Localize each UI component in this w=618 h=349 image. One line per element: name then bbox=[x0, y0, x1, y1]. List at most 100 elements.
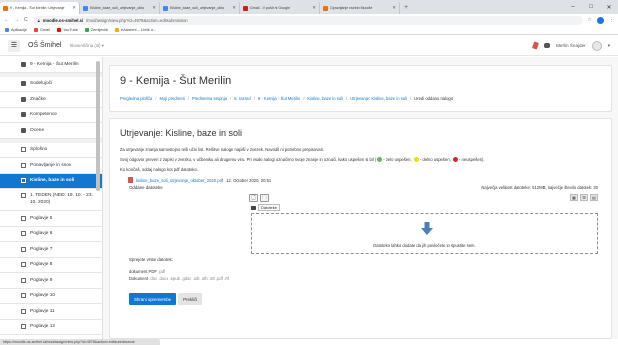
file-drop-zone[interactable]: Datoteko lahko dodate da jih povlečete i… bbox=[251, 213, 598, 254]
sidebar-item[interactable]: Kisline, baze in soli bbox=[0, 173, 102, 189]
sidebar-item[interactable]: Značke bbox=[0, 92, 102, 108]
view-icons-button[interactable]: ▦ bbox=[570, 194, 578, 201]
maximize-button[interactable]: □ bbox=[582, 4, 600, 10]
kebab-menu-icon[interactable]: ⋮ bbox=[609, 17, 614, 23]
sidebar-item-label: Sodelujoči bbox=[30, 81, 53, 87]
sidebar-item[interactable]: Poglavje 11 bbox=[0, 304, 102, 320]
breadcrumb-separator: / bbox=[303, 96, 305, 101]
close-tab-icon[interactable]: ✕ bbox=[72, 5, 76, 11]
menu-icon[interactable]: ☰ bbox=[8, 39, 20, 52]
breadcrumb: Pregledna plošča / Moji predmeti / Predmetna… bbox=[120, 96, 601, 101]
sidebar-item[interactable]: Kompetence bbox=[0, 107, 102, 123]
accepted-types-title: Sprejete vrste datotek: bbox=[129, 257, 173, 262]
close-tab-icon[interactable]: ✕ bbox=[312, 5, 316, 11]
breadcrumb-separator: / bbox=[410, 96, 412, 101]
bookmark-easistent[interactable]: eAsistent – Urnik u... bbox=[114, 28, 156, 32]
bookmarks-bar: Aplikacije Gmail YouTube Zemljevidi eAsi… bbox=[0, 26, 618, 35]
notification-icon[interactable] bbox=[532, 41, 540, 50]
download-arrow-icon bbox=[421, 222, 433, 235]
breadcrumb-item[interactable]: Moji predmeti bbox=[160, 96, 185, 101]
folder-icon bbox=[21, 262, 26, 268]
address-bar[interactable]: 🔒︎ moodle.os-smihel.si/mod/assign/view.p… bbox=[32, 15, 583, 25]
browser-tab[interactable]: Gmail - V pošti ni Google ✕ bbox=[240, 2, 320, 14]
site-name[interactable]: OŠ Šmihel bbox=[28, 42, 61, 49]
close-window-button[interactable]: ✕ bbox=[600, 4, 618, 11]
folder-icon bbox=[21, 215, 26, 221]
breadcrumb-item[interactable]: Pregledna plošča bbox=[120, 96, 152, 101]
close-tab-icon[interactable]: ✕ bbox=[152, 5, 156, 11]
sidebar-item[interactable]: Ocene bbox=[0, 123, 102, 139]
star-icon[interactable]: ☆ bbox=[588, 17, 592, 23]
course-sidebar: 9 - Kemija - Šut Merilin Sodelujoči Značke… bbox=[0, 57, 103, 339]
bookmark-maps[interactable]: Zemljevidi bbox=[84, 28, 108, 32]
breadcrumb-item[interactable]: Predmetna stopnja bbox=[192, 96, 227, 101]
sidebar-item[interactable]: 1. TEDEN (NEĐ: 19. 10. - 23. 10. 2020) bbox=[0, 189, 102, 211]
type-pdf: dokument PDF .pdf bbox=[129, 269, 166, 274]
browser-status-url: https://moodle.os-smihel.si/mod/assign/v… bbox=[0, 339, 160, 345]
chevron-down-icon[interactable]: ▾ bbox=[608, 43, 610, 49]
sidebar-item[interactable]: Poglavje 8 bbox=[0, 257, 102, 273]
cancel-button[interactable]: Prekliči bbox=[178, 293, 203, 305]
browser-tabs: 9 - Kemija - Šut Merilin: Utrjevanje ✕ Kis… bbox=[0, 0, 400, 14]
sidebar-item[interactable]: Poglavje 12 bbox=[0, 319, 102, 335]
breadcrumb-item[interactable]: Utrjevanje: Kisline, baze in soli bbox=[350, 96, 407, 101]
back-icon[interactable]: ← bbox=[4, 17, 9, 23]
assignment-attachment: kisline_baze_soli_utrjevanje_oktober_202… bbox=[128, 177, 601, 183]
user-name[interactable]: Merlin Šnajder bbox=[556, 43, 586, 48]
sidebar-item[interactable]: Splošno bbox=[0, 142, 102, 158]
tab-title: 9 - Kemija - Šut Merilin: Utrjevanje bbox=[10, 6, 65, 10]
type-document: Dokument .doc .docx .epub .gdoc .odt .ot… bbox=[129, 276, 229, 281]
sidebar-item[interactable]: Poglavje 9 bbox=[0, 273, 102, 289]
url-host: moodle.os-smihel.si bbox=[42, 17, 84, 23]
folder-icon bbox=[21, 147, 26, 153]
create-folder-button[interactable]: 🗀 bbox=[260, 194, 269, 202]
attachment-link[interactable]: kisline_baze_soli_utrjevanje_oktober_202… bbox=[136, 178, 223, 183]
language-menu[interactable]: Slovenščina (sl) ▾ bbox=[69, 43, 103, 49]
yellow-dot-icon bbox=[413, 157, 419, 163]
add-file-button[interactable]: 🗋 bbox=[249, 194, 258, 202]
breadcrumb-item[interactable]: Kisline, baze in soli bbox=[307, 96, 343, 101]
close-tab-icon[interactable]: ✕ bbox=[392, 5, 396, 11]
sidebar-item[interactable]: 9 - Kemija - Šut Merilin bbox=[0, 57, 102, 73]
bookmark-apps[interactable]: Aplikacije bbox=[5, 28, 27, 32]
browser-tab[interactable]: Kisline_baze_soli_utrjevanje_okto ✕ bbox=[80, 2, 160, 14]
bookmark-gmail[interactable]: Gmail bbox=[34, 28, 50, 32]
sidebar-item[interactable]: Ponavljanje in snov bbox=[0, 158, 102, 174]
tab-title: Kisline_baze_soli_utrjevanje_okto bbox=[170, 6, 225, 10]
tab-favicon-icon bbox=[163, 5, 168, 11]
minimize-button[interactable]: – bbox=[564, 4, 582, 10]
messages-icon[interactable] bbox=[544, 43, 551, 48]
reload-icon[interactable]: C bbox=[24, 17, 28, 23]
breadcrumb-item[interactable]: 9 - Kemija - Šut Merilin bbox=[258, 96, 300, 101]
avatar[interactable] bbox=[591, 40, 602, 51]
forward-icon[interactable]: → bbox=[14, 17, 19, 23]
view-list-button[interactable]: ☰ bbox=[580, 194, 588, 201]
sidebar-item-label: Poglavje 6 bbox=[30, 231, 53, 237]
profile-icon[interactable] bbox=[597, 16, 604, 24]
sidebar-item[interactable]: Poglavje 5 bbox=[0, 211, 102, 227]
sidebar-item[interactable]: Poglavje 10 bbox=[0, 288, 102, 304]
browser-tab[interactable]: 9 - Kemija - Šut Merilin: Utrjevanje ✕ bbox=[0, 2, 80, 14]
tab-favicon-icon bbox=[3, 5, 8, 11]
view-switcher: ▦ ☰ ▤ bbox=[570, 194, 598, 201]
nav-icon bbox=[21, 112, 26, 118]
sidebar-item[interactable]: Poglavje 7 bbox=[0, 242, 102, 258]
breadcrumb-separator: / bbox=[155, 96, 157, 101]
browser-tab[interactable]: Kisline_baze_soli_utrjevanje_okto ✕ bbox=[160, 2, 240, 14]
view-tree-button[interactable]: ▤ bbox=[590, 194, 598, 201]
sidebar-item[interactable]: Sodelujoči bbox=[0, 76, 102, 92]
browser-tab[interactable]: Opravljanje vsebin Moodle ✕ bbox=[320, 2, 400, 14]
sidebar-scrollbar[interactable] bbox=[96, 61, 100, 191]
new-tab-button[interactable]: + bbox=[400, 2, 412, 14]
close-tab-icon[interactable]: ✕ bbox=[232, 5, 236, 11]
browser-tab-strip: 9 - Kemija - Šut Merilin: Utrjevanje ✕ Kis… bbox=[0, 0, 618, 14]
bookmark-youtube[interactable]: YouTube bbox=[56, 28, 78, 32]
intro-line-1: Za utrjevanje znanja samostojno reši učn… bbox=[120, 147, 324, 152]
breadcrumb-item[interactable]: 9. razred bbox=[234, 96, 251, 101]
lock-icon: 🔒︎ bbox=[37, 17, 40, 23]
save-button[interactable]: Shrani spremembe bbox=[129, 293, 177, 305]
sidebar-item-label: Poglavje 5 bbox=[30, 215, 53, 221]
sidebar-item-label: Poglavje 11 bbox=[30, 308, 55, 314]
sidebar-item-label: 1. TEDEN (NEĐ: 19. 10. - 23. 10. 2020) bbox=[30, 193, 93, 205]
sidebar-item[interactable]: Poglavje 6 bbox=[0, 226, 102, 242]
